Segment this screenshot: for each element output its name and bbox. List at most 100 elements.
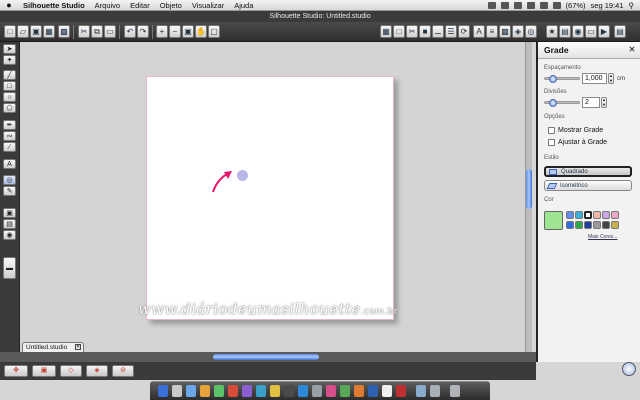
show-grid-row[interactable]: Mostrar Grade (548, 127, 603, 134)
transform-icon[interactable]: ⟳ (458, 25, 470, 38)
help-icon[interactable] (622, 362, 636, 376)
cutter-icon[interactable]: ▤ (614, 25, 626, 38)
app-icon[interactable] (396, 385, 406, 397)
wifi-icon[interactable] (526, 1, 535, 9)
spacing-slider[interactable] (544, 75, 580, 83)
edit-points-icon[interactable]: ✦ (3, 55, 16, 65)
finder-icon[interactable] (158, 385, 168, 397)
trash-icon[interactable] (450, 385, 460, 397)
horizontal-scroll-thumb[interactable] (213, 354, 319, 360)
print-icon[interactable]: ▩ (58, 25, 70, 38)
snap-grid-row[interactable]: Ajustar à Grade (548, 139, 607, 146)
downloads-icon[interactable] (416, 385, 426, 397)
ellipse-icon[interactable]: ○ (3, 92, 16, 102)
delete-icon[interactable]: ⊘ (112, 365, 134, 377)
save-icon[interactable]: ▣ (30, 25, 42, 38)
pan-icon[interactable]: ✋ (195, 25, 207, 38)
menu-ajuda[interactable]: Ajuda (229, 1, 258, 10)
spacing-field[interactable]: 1,000 (582, 73, 607, 84)
cut-settings-icon[interactable]: ✂ (406, 25, 418, 38)
line-style-icon[interactable]: ☰ (445, 25, 457, 38)
app-icon[interactable] (284, 385, 294, 397)
style-square-button[interactable]: Quadrado (544, 166, 632, 177)
print-cut-icon[interactable]: ▭ (585, 25, 597, 38)
text-style-icon[interactable]: A (473, 25, 485, 38)
knife-icon[interactable]: ∕ (3, 142, 16, 152)
menu-visualizar[interactable]: Visualizar (187, 1, 229, 10)
swatch-blue-light[interactable] (566, 211, 574, 219)
swatch-lavender[interactable] (602, 211, 610, 219)
copy-icon[interactable]: ⧉ (91, 25, 103, 38)
group-icon[interactable]: ◇ (60, 365, 82, 377)
curve-icon[interactable]: ∾ (3, 131, 16, 141)
grid-icon[interactable]: ▦ (380, 25, 392, 38)
selected-color-swatch[interactable] (544, 211, 563, 230)
move-icon[interactable]: ✥ (4, 365, 28, 377)
page-settings-icon[interactable]: □ (393, 25, 405, 38)
show-grid-checkbox[interactable] (548, 127, 555, 134)
swatch-gray[interactable] (593, 221, 601, 229)
menu-editar[interactable]: Editar (125, 1, 155, 10)
grid-settings-icon[interactable]: ◎ (3, 175, 16, 185)
itunes-icon[interactable] (242, 385, 252, 397)
text-icon[interactable]: A (3, 159, 16, 169)
offset-icon[interactable]: ◎ (525, 25, 537, 38)
close-tab-icon[interactable]: ✕ (75, 344, 81, 350)
swatch-peach[interactable] (593, 211, 601, 219)
divisions-slider-knob[interactable] (549, 99, 557, 107)
documents-icon[interactable] (430, 385, 440, 397)
line-color-icon[interactable]: ⚊ (432, 25, 444, 38)
cut-icon[interactable]: ✂ (78, 25, 90, 38)
undo-icon[interactable]: ↶ (124, 25, 136, 38)
swatch-gold[interactable] (611, 221, 619, 229)
bluetooth-icon[interactable] (513, 1, 522, 9)
modify-icon[interactable]: ◈ (512, 25, 524, 38)
zoom-box-icon[interactable]: ▣ (182, 25, 194, 38)
photos-icon[interactable] (256, 385, 266, 397)
library-save-icon[interactable]: ▦ (43, 25, 55, 38)
swatch-dark-gray[interactable] (602, 221, 610, 229)
safari-icon[interactable] (200, 385, 210, 397)
rectangle-icon[interactable]: □ (3, 81, 16, 91)
style-isometric-button[interactable]: Isométrico (544, 180, 632, 191)
menu-arquivo[interactable]: Arquivo (90, 1, 125, 10)
select-icon[interactable]: ➤ (3, 44, 16, 54)
divisions-slider[interactable] (544, 99, 580, 107)
swatch-navy[interactable] (584, 221, 592, 229)
vertical-scroll-thumb[interactable] (526, 169, 532, 209)
spacing-stepper[interactable]: ▲ ▼ (608, 73, 614, 84)
menu-clock[interactable]: seg 19:41 (591, 1, 624, 10)
duplicate-icon[interactable]: ▣ (32, 365, 56, 377)
swatch-pink[interactable] (611, 211, 619, 219)
library-icon[interactable]: ▤ (3, 219, 16, 229)
fill-icon[interactable]: ■ (419, 25, 431, 38)
notes-icon[interactable] (270, 385, 280, 397)
canvas-workspace[interactable]: www.diáriodeumasilhouette.com.br (20, 42, 532, 362)
new-document-icon[interactable]: □ (4, 25, 16, 38)
spacing-slider-knob[interactable] (549, 75, 557, 83)
snap-grid-checkbox[interactable] (548, 139, 555, 146)
spotlight-icon[interactable]: ⚲ (629, 1, 635, 10)
zoom-in-icon[interactable]: + (156, 25, 168, 38)
toggle-panel-icon[interactable]: ▬ (3, 257, 16, 279)
system-preferences-icon[interactable] (312, 385, 322, 397)
zoom-out-icon[interactable]: − (169, 25, 181, 38)
vertical-scrollbar[interactable] (525, 42, 532, 362)
divisions-field[interactable]: 2 (582, 97, 600, 108)
send-to-cutter-icon[interactable]: ▶ (598, 25, 610, 38)
app-icon[interactable] (368, 385, 378, 397)
trace-icon[interactable]: ◉ (572, 25, 584, 38)
menu-objeto[interactable]: Objeto (155, 1, 187, 10)
app-icon[interactable] (326, 385, 336, 397)
dropbox-icon[interactable] (487, 1, 496, 9)
app-icon[interactable] (354, 385, 364, 397)
swatch-blue[interactable] (566, 221, 574, 229)
dashboard-icon[interactable] (172, 385, 182, 397)
swatch-green[interactable] (575, 221, 583, 229)
messages-icon[interactable] (214, 385, 224, 397)
store-icon[interactable]: ◉ (3, 230, 16, 240)
swatch-white-selected[interactable] (584, 211, 592, 219)
replicate-icon[interactable]: ▩ (499, 25, 511, 38)
menu-app-name[interactable]: Silhouette Studio (18, 1, 90, 10)
open-icon[interactable]: ▱ (17, 25, 29, 38)
